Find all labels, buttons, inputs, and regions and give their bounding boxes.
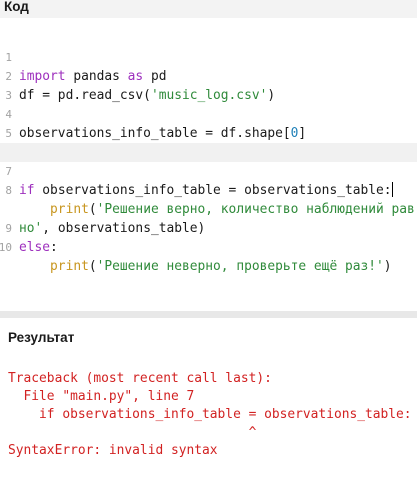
code-line[interactable]: 2 df = pd.read_csv('music_log.csv') — [0, 48, 417, 103]
panel-divider — [0, 311, 417, 318]
line-number: 10 — [0, 241, 12, 254]
result-panel-title: Результат — [8, 330, 75, 345]
code-line[interactable]: 9 else: — [0, 200, 417, 255]
code-line-active[interactable]: 7 if observations_info_table = observati… — [0, 143, 417, 198]
result-output: Traceback (most recent call last): File … — [8, 370, 417, 460]
code-line[interactable]: 8 print('Решение верно, количество наблю… — [0, 162, 417, 217]
output-line: SyntaxError: invalid syntax — [8, 443, 218, 458]
output-line: File "main.py", line 7 — [8, 389, 195, 404]
code-line[interactable]: 10 print('Решение неверно, проверьте ещё… — [0, 219, 417, 274]
output-line: Traceback (most recent call last): — [8, 371, 272, 386]
code-line[interactable]: 4 observations_info_table = df.shape[0] — [0, 86, 417, 141]
output-line: if observations_info_table = observation… — [8, 407, 412, 422]
code-editor[interactable]: 1 import pandas as pd 2 df = pd.read_csv… — [0, 24, 417, 310]
code-line[interactable]: 3 — [0, 67, 417, 102]
code-line[interactable]: 5 observations_table = 67963 — [0, 105, 417, 160]
code-line[interactable]: 1 import pandas as pd — [0, 29, 417, 84]
code-line-text: print('Решение неверно, проверьте ещё ра… — [50, 259, 392, 274]
code-panel-title: Код — [0, 0, 417, 18]
output-line: ^ — [8, 425, 257, 440]
code-line[interactable]: 6 — [0, 124, 417, 159]
code-line-wrapped[interactable]: но', observations_table) — [0, 181, 417, 236]
